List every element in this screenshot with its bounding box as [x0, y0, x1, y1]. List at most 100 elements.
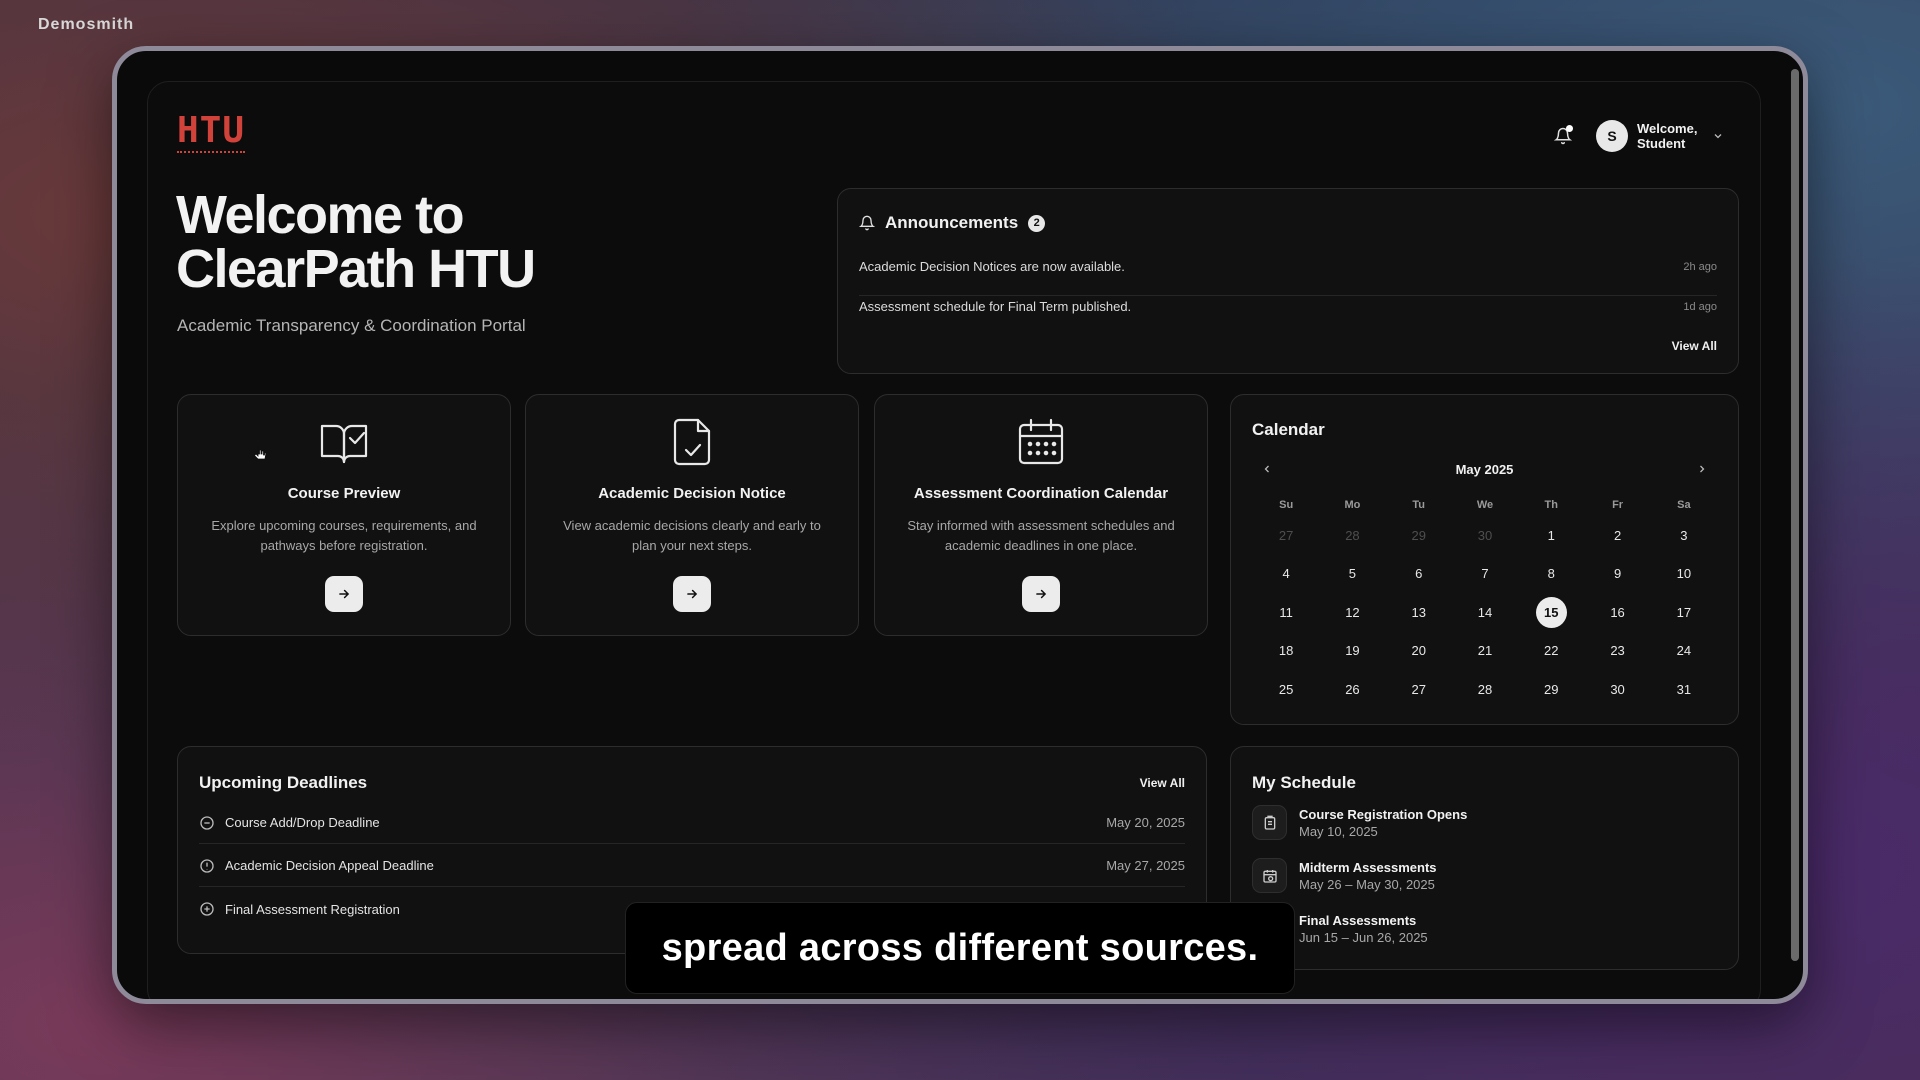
calendar-day[interactable]: 16	[1584, 593, 1650, 632]
assessment-calendar-card[interactable]: Assessment Coordination Calendar Stay in…	[874, 394, 1208, 636]
open-course-preview-button[interactable]	[325, 576, 363, 612]
announcements-title: Announcements	[885, 213, 1019, 232]
divider	[859, 295, 1717, 296]
calendar-day-number: 17	[1676, 604, 1692, 620]
calendar-day[interactable]: 28	[1452, 670, 1518, 709]
app-screen: HTU S Welcome, Student Welcome to ClearP…	[147, 81, 1761, 999]
calendar-day[interactable]: 31	[1651, 670, 1717, 709]
calendar-day[interactable]: 21	[1452, 632, 1518, 671]
calendar-day[interactable]: 28	[1319, 516, 1385, 555]
schedule-item[interactable]: Midterm Assessments May 26 – May 30, 202…	[1252, 858, 1437, 893]
announcement-time: 2h ago	[1683, 260, 1717, 273]
bell-icon	[859, 215, 875, 231]
calendar-day-number: 23	[1610, 643, 1625, 659]
deadline-row[interactable]: Course Add/Drop Deadline May 20, 2025	[199, 802, 1185, 844]
calendar-day-number: 27	[1278, 527, 1294, 543]
calendar-day[interactable]: 7	[1452, 555, 1518, 594]
user-menu[interactable]: S Welcome, Student	[1596, 120, 1724, 152]
calendar-day-number: 22	[1544, 643, 1559, 659]
calendar-day[interactable]: 1	[1518, 516, 1584, 555]
calendar-day-number: 10	[1676, 566, 1692, 582]
calendar-day[interactable]: 4	[1253, 555, 1319, 594]
calendar-day[interactable]: 27	[1253, 516, 1319, 555]
calendar-day[interactable]: 5	[1319, 555, 1385, 594]
schedule-item-date: Jun 15 – Jun 26, 2025	[1299, 929, 1428, 945]
calendar-day-today[interactable]: 15	[1518, 593, 1584, 632]
calendar-day-number: 16	[1610, 604, 1625, 620]
calendar-day-number: 18	[1278, 643, 1294, 659]
alert-circle-icon	[200, 858, 214, 873]
calendar-day-number: 15	[1535, 596, 1567, 628]
calendar-day[interactable]: 3	[1651, 516, 1717, 555]
calendar-day[interactable]: 24	[1651, 632, 1717, 671]
announcements-view-all-link[interactable]: View All	[1672, 339, 1717, 353]
calendar-day[interactable]: 23	[1584, 632, 1650, 671]
avatar: S	[1596, 120, 1628, 152]
calendar-clock-icon	[1252, 858, 1287, 893]
calendar-day[interactable]: 8	[1518, 555, 1584, 594]
open-assessment-calendar-button[interactable]	[1022, 576, 1060, 612]
calendar-day-number: 19	[1345, 643, 1360, 659]
schedule-title: My Schedule	[1252, 773, 1356, 792]
my-schedule-panel: My Schedule Course Registration Opens Ma…	[1230, 746, 1739, 970]
feature-title: Assessment Coordination Calendar	[913, 485, 1169, 502]
deadline-date: May 27, 2025	[1106, 858, 1185, 873]
calendar-day[interactable]: 13	[1386, 593, 1452, 632]
chevron-left-icon[interactable]	[1259, 461, 1275, 477]
calendar-day[interactable]: 6	[1386, 555, 1452, 594]
chevron-right-icon[interactable]	[1694, 461, 1710, 477]
schedule-item-name: Final Assessments	[1299, 912, 1417, 928]
deadline-row[interactable]: Academic Decision Appeal Deadline May 27…	[199, 845, 1185, 887]
announcement-time: 1d ago	[1683, 300, 1717, 313]
announcement-item[interactable]: Assessment schedule for Final Term publi…	[859, 299, 1717, 314]
calendar-day-number: 27	[1411, 681, 1426, 697]
feature-description: Stay informed with assessment schedules …	[907, 518, 1175, 553]
scrollbar[interactable]	[1791, 69, 1799, 961]
notification-bell-icon[interactable]	[1552, 125, 1574, 147]
calendar-day[interactable]: 17	[1651, 593, 1717, 632]
calendar-day[interactable]: 30	[1584, 670, 1650, 709]
calendar-day-number: 4	[1282, 566, 1290, 582]
user-welcome: Welcome, Student	[1637, 121, 1698, 151]
announcement-item[interactable]: Academic Decision Notices are now availa…	[859, 259, 1717, 274]
calendar-day[interactable]: 25	[1253, 670, 1319, 709]
feature-title: Academic Decision Notice	[598, 485, 786, 502]
scrollbar-thumb[interactable]	[1791, 69, 1799, 961]
calendar-day[interactable]: 29	[1518, 670, 1584, 709]
course-preview-card[interactable]: Course Preview Explore upcoming courses,…	[177, 394, 511, 636]
calendar-weekday: Th	[1544, 499, 1558, 511]
calendar-day-number: 9	[1613, 566, 1622, 582]
deadlines-view-all-link[interactable]: View All	[1140, 776, 1185, 790]
calendar-day[interactable]: 18	[1253, 632, 1319, 671]
feature-description: View academic decisions clearly and earl…	[563, 518, 821, 553]
calendar-day[interactable]: 10	[1651, 555, 1717, 594]
mouse-cursor-icon	[253, 446, 267, 460]
calendar-day-number: 20	[1411, 643, 1426, 659]
calendar-day-number: 8	[1547, 566, 1555, 582]
calendar-day[interactable]: 27	[1386, 670, 1452, 709]
deadline-name: Final Assessment Registration	[225, 901, 400, 917]
htu-logo[interactable]: HTU	[177, 110, 246, 153]
calendar-day[interactable]: 26	[1319, 670, 1385, 709]
calendar-day[interactable]: 19	[1319, 632, 1385, 671]
announcement-text: Assessment schedule for Final Term publi…	[859, 299, 1132, 314]
calendar-day[interactable]: 11	[1253, 593, 1319, 632]
calendar-day[interactable]: 2	[1584, 516, 1650, 555]
calendar-title: Calendar	[1252, 420, 1325, 439]
open-decision-notice-button[interactable]	[673, 576, 711, 612]
calendar-day[interactable]: 14	[1452, 593, 1518, 632]
calendar-day[interactable]: 9	[1584, 555, 1650, 594]
calendar-day-number: 3	[1680, 527, 1688, 543]
calendar-weekday: We	[1476, 499, 1494, 511]
calendar-day-number: 12	[1345, 604, 1360, 620]
announcements-header: Announcements 2	[859, 213, 1046, 233]
academic-decision-notice-card[interactable]: Academic Decision Notice View academic d…	[525, 394, 859, 636]
minus-circle-icon	[200, 815, 214, 830]
calendar-day[interactable]: 22	[1518, 632, 1584, 671]
schedule-item[interactable]: Course Registration Opens May 10, 2025	[1252, 805, 1467, 840]
calendar-day[interactable]: 30	[1452, 516, 1518, 555]
calendar-day[interactable]: 12	[1319, 593, 1385, 632]
deadlines-title: Upcoming Deadlines	[199, 773, 368, 792]
calendar-day[interactable]: 29	[1386, 516, 1452, 555]
calendar-day[interactable]: 20	[1386, 632, 1452, 671]
